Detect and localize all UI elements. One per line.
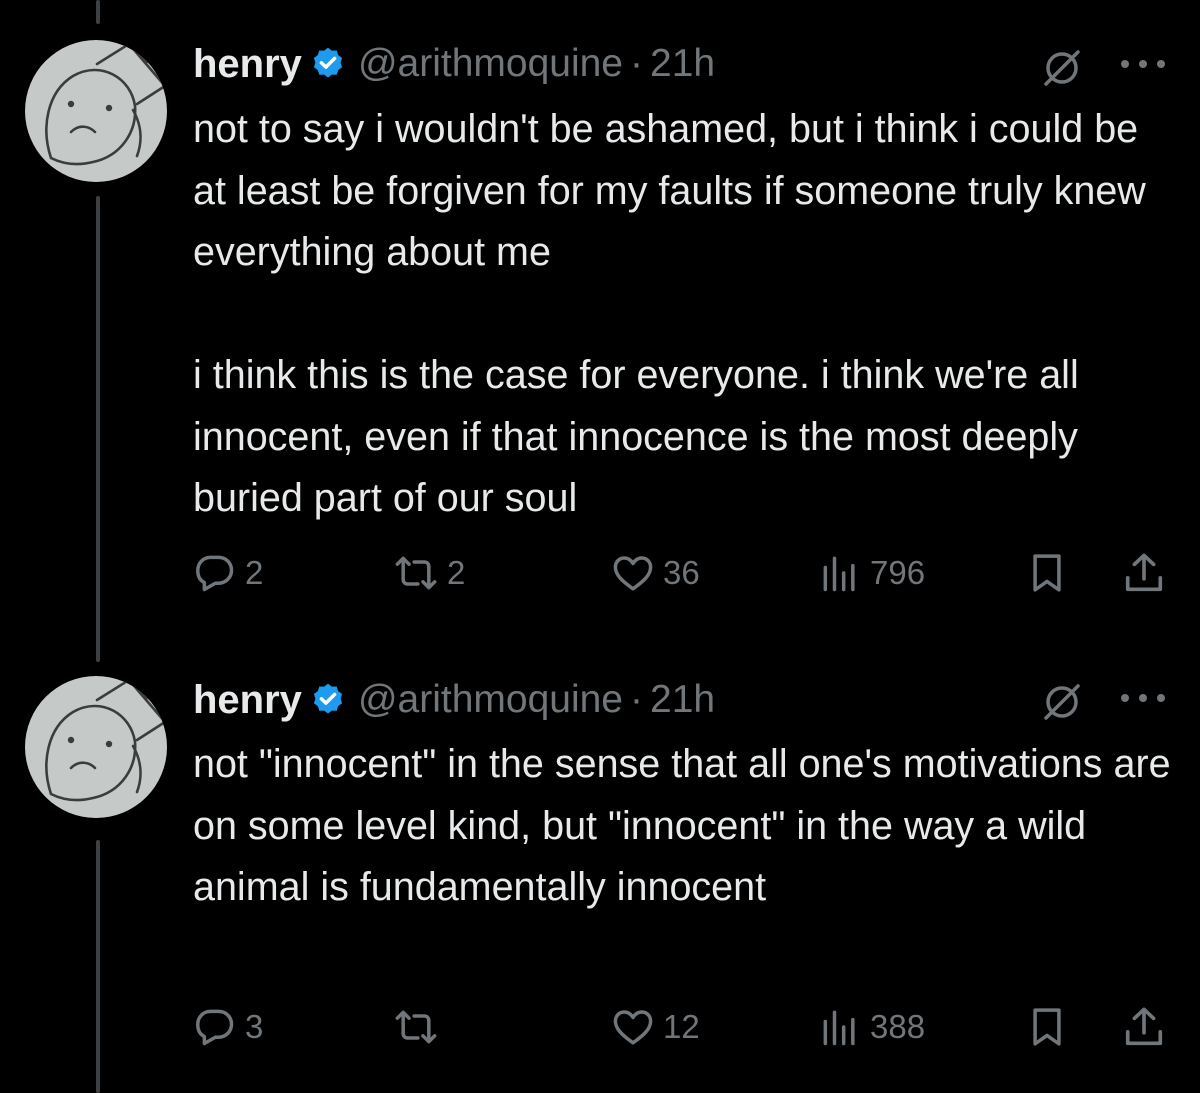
like-button[interactable]: 12 <box>611 1002 700 1052</box>
tweet[interactable]: henry @arithmoquine · 21h not "innocent"… <box>0 650 1200 1093</box>
share-icon <box>1125 553 1163 592</box>
reply-icon <box>196 1009 234 1046</box>
repost-count: 2 <box>447 554 466 591</box>
timestamp[interactable]: 21h <box>650 42 715 86</box>
more-icon[interactable] <box>1116 688 1170 708</box>
views-count: 388 <box>870 1008 926 1045</box>
separator-dot: · <box>630 42 643 85</box>
author-handle[interactable]: @arithmoquine <box>358 678 623 722</box>
views-icon <box>823 556 855 592</box>
action-bar: 3 12 388 <box>193 1002 1173 1052</box>
like-count: 12 <box>663 1008 700 1045</box>
bookmark-button[interactable] <box>1025 548 1069 598</box>
reply-count: 3 <box>245 1008 264 1045</box>
reply-count: 2 <box>245 554 264 591</box>
repost-icon <box>395 1010 437 1044</box>
verified-badge-icon[interactable] <box>310 682 346 718</box>
repost-icon <box>395 556 437 590</box>
author-handle[interactable]: @arithmoquine <box>358 42 623 86</box>
separator-dot: · <box>630 678 643 721</box>
repost-button[interactable]: 2 <box>393 548 465 598</box>
bookmark-icon <box>1033 554 1061 592</box>
share-icon <box>1125 1007 1163 1046</box>
bookmark-button[interactable] <box>1025 1002 1069 1052</box>
verified-badge-icon[interactable] <box>310 46 346 82</box>
like-count: 36 <box>663 554 700 591</box>
tweet-text: not to say i wouldn't be ashamed, but i … <box>193 99 1173 530</box>
bookmark-icon <box>1033 1008 1061 1046</box>
author-name[interactable]: henry <box>193 678 302 723</box>
reply-button[interactable]: 2 <box>193 548 263 598</box>
avatar[interactable] <box>25 676 167 818</box>
action-bar: 2 2 36 796 <box>193 548 1173 598</box>
tweet-text: not "innocent" in the sense that all one… <box>193 734 1173 919</box>
grok-icon[interactable] <box>1040 680 1084 724</box>
views-button[interactable]: 796 <box>818 548 925 598</box>
reply-button[interactable]: 3 <box>193 1002 263 1052</box>
more-icon[interactable] <box>1116 54 1170 74</box>
heart-icon <box>613 556 653 591</box>
like-button[interactable]: 36 <box>611 548 700 598</box>
tweet-header: henry @arithmoquine · 21h <box>193 36 715 92</box>
repost-button[interactable] <box>393 1002 447 1052</box>
avatar[interactable] <box>25 40 167 182</box>
tweet-header: henry @arithmoquine · 21h <box>193 672 715 728</box>
tweet[interactable]: henry @arithmoquine · 21h not to say i w… <box>0 0 1200 650</box>
tweet-paragraph: i think this is the case for everyone. i… <box>193 353 1079 520</box>
tweet-paragraph: not to say i wouldn't be ashamed, but i … <box>193 107 1146 274</box>
reply-icon <box>196 555 234 592</box>
share-button[interactable] <box>1121 548 1167 598</box>
author-name[interactable]: henry <box>193 42 302 87</box>
share-button[interactable] <box>1121 1002 1167 1052</box>
timestamp[interactable]: 21h <box>650 678 715 722</box>
grok-icon[interactable] <box>1040 46 1084 90</box>
views-icon <box>823 1010 855 1046</box>
views-count: 796 <box>870 554 926 591</box>
views-button[interactable]: 388 <box>818 1002 925 1052</box>
tweet-paragraph: not "innocent" in the sense that all one… <box>193 742 1171 909</box>
heart-icon <box>613 1010 653 1045</box>
